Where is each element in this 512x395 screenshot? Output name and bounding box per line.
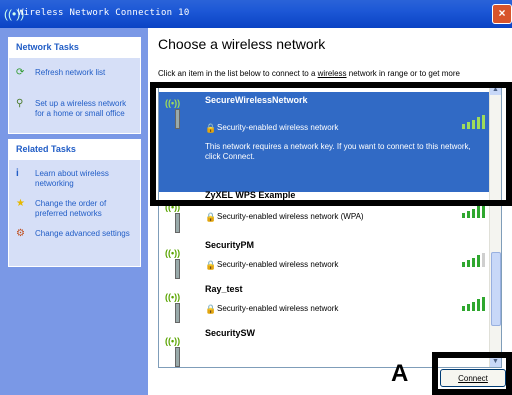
antenna-icon <box>175 259 180 279</box>
network-security-type: Security-enabled wireless network <box>217 304 339 313</box>
antenna-icon <box>175 347 180 367</box>
task-sidebar: Network Tasks ⟳ Refresh network list ⚲ S… <box>0 28 148 395</box>
connect-button[interactable]: Connect <box>440 369 506 387</box>
network-item[interactable]: ((•)) Ray_test 🔒 Security-enabled wirele… <box>159 284 489 330</box>
antenna-icon <box>175 213 180 233</box>
instruction-text: Click an item in the list below to conne… <box>158 69 460 78</box>
refresh-network-list-link[interactable]: ⟳ Refresh network list <box>9 68 140 78</box>
callout-highlight-network <box>150 82 512 206</box>
related-tasks-panel: Related Tasks i Learn about wireless net… <box>8 139 141 267</box>
scrollbar-thumb[interactable] <box>491 252 501 326</box>
task-label: Learn about wireless networking <box>35 169 109 188</box>
wireless-link[interactable]: wireless <box>318 69 347 78</box>
window-title: Wireless Network Connection 10 <box>18 8 190 18</box>
setup-network-icon: ⚲ <box>16 98 24 109</box>
setup-wireless-network-link[interactable]: ⚲ Set up a wireless network for a home o… <box>9 99 140 119</box>
lock-icon: 🔒 <box>205 212 217 222</box>
network-tasks-header: Network Tasks <box>9 38 140 58</box>
page-title: Choose a wireless network <box>158 36 326 52</box>
task-label: Change the order of preferred networks <box>35 199 107 218</box>
network-security-type: Security-enabled wireless network (WPA) <box>217 212 364 221</box>
task-label: Set up a wireless network for a home or … <box>35 99 127 118</box>
settings-icon: ⚙ <box>16 228 25 239</box>
info-icon: i <box>16 168 19 179</box>
signal-strength-bars <box>462 253 486 267</box>
hint-suffix: network in range or to get more <box>346 69 460 78</box>
change-advanced-settings-link[interactable]: ⚙ Change advanced settings <box>9 229 140 239</box>
lock-icon: 🔒 <box>205 260 217 270</box>
close-button[interactable]: × <box>492 4 512 24</box>
network-security-type: Security-enabled wireless network <box>217 260 339 269</box>
network-name: SecurityPM <box>205 240 255 250</box>
wireless-signal-icon: ((•)) <box>165 292 181 302</box>
connect-button-label: Connect <box>458 374 488 383</box>
wireless-signal-icon: ((•)) <box>165 248 181 258</box>
wireless-network-window: ((•)) Wireless Network Connection 10 × N… <box>0 0 512 395</box>
antenna-icon <box>175 303 180 323</box>
related-tasks-header: Related Tasks <box>9 140 140 160</box>
refresh-icon: ⟳ <box>16 67 25 78</box>
signal-strength-bars <box>462 204 486 218</box>
lock-icon: 🔒 <box>205 304 217 314</box>
network-tasks-panel: Network Tasks ⟳ Refresh network list ⚲ S… <box>8 37 141 134</box>
callout-label-a: A <box>391 360 409 387</box>
network-name: Ray_test <box>205 284 243 294</box>
change-network-order-link[interactable]: ★ Change the order of preferred networks <box>9 199 140 219</box>
hint-prefix: Click an item in the list below to conne… <box>158 69 318 78</box>
title-bar[interactable]: ((•)) Wireless Network Connection 10 × <box>0 0 512 28</box>
task-label: Change advanced settings <box>35 229 130 238</box>
network-item[interactable]: ((•)) SecurityPM 🔒 Security-enabled wire… <box>159 240 489 286</box>
wireless-signal-icon: ((•)) <box>165 336 181 346</box>
star-icon: ★ <box>16 198 25 209</box>
learn-about-wireless-link[interactable]: i Learn about wireless networking <box>9 169 140 189</box>
task-label: Refresh network list <box>35 68 106 77</box>
signal-strength-bars <box>462 297 486 311</box>
network-name: SecuritySW <box>205 328 256 338</box>
